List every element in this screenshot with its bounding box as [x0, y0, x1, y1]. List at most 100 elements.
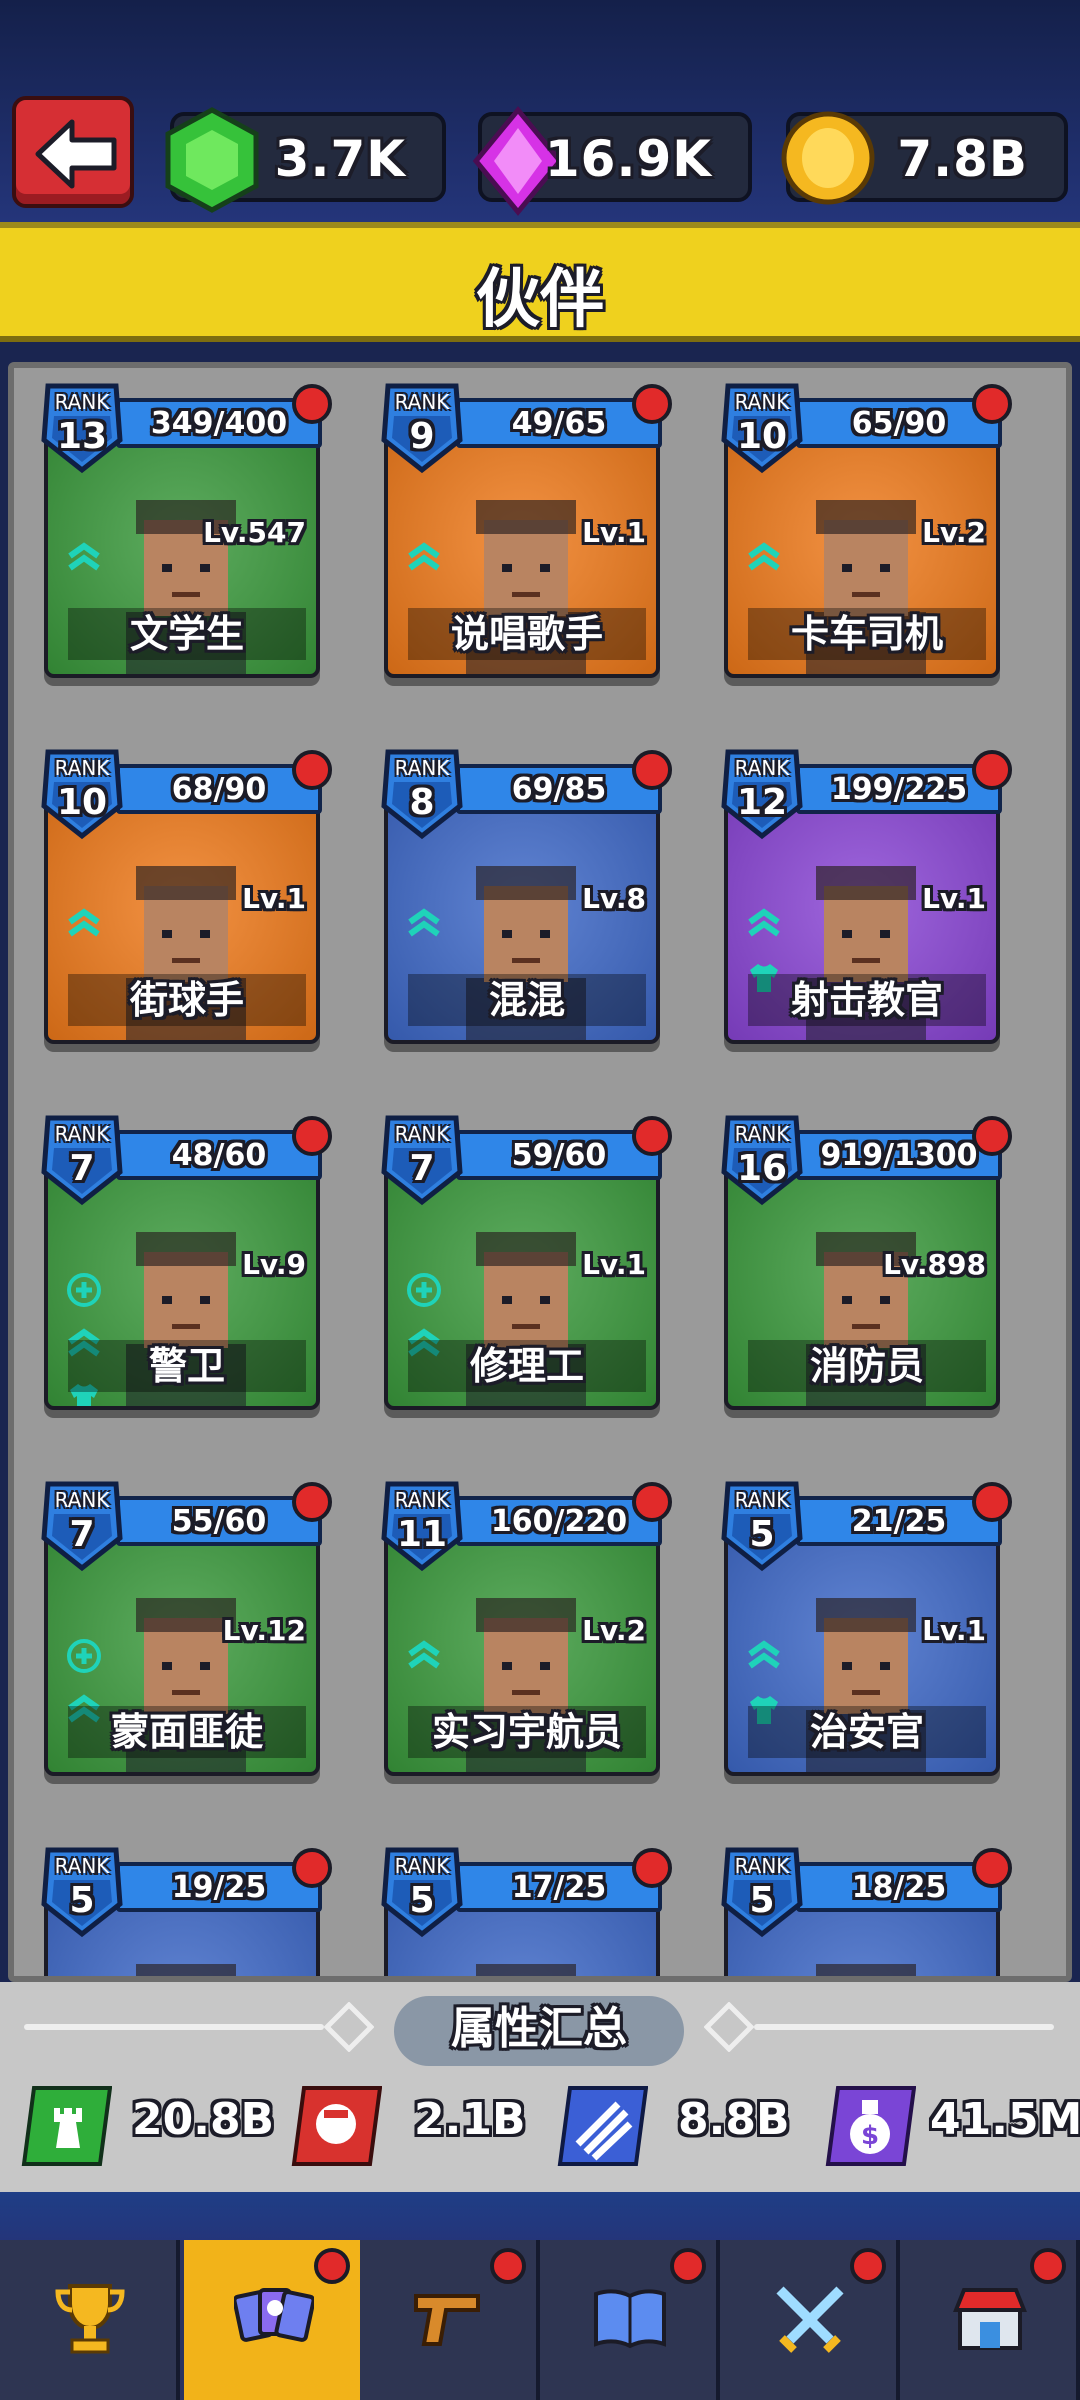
partner-card[interactable]: Lv.1 18/25 RANK 5 [716, 1840, 1012, 1976]
partner-level: Lv.12 [222, 1614, 306, 1647]
gold-coin-icon [781, 111, 875, 205]
shard-progress-text: 17/25 [511, 1870, 607, 1905]
stat-attack-value: 2.1B [414, 2094, 526, 2145]
notification-dot [632, 1848, 672, 1888]
nav-tab-shop[interactable] [900, 2240, 1080, 2400]
partner-name: 消防员 [748, 1340, 986, 1392]
green-gem-counter[interactable]: 3.7K [165, 107, 446, 213]
purple-diamond-counter[interactable]: 16.9K [472, 106, 752, 216]
notification-dot [850, 2248, 886, 2284]
partner-card[interactable]: Lv.898 消防员 919/1300 RANK 16 [716, 1108, 1012, 1418]
pistol-icon [414, 2294, 480, 2346]
rank-number: 16 [736, 1148, 788, 1189]
heal-plus-icon [66, 1638, 106, 1678]
partner-level: Lv.1 [922, 1614, 986, 1647]
nav-tab-partner-cards[interactable] [184, 2240, 364, 2400]
purple-diamond-value: 16.9K [544, 130, 712, 188]
rank-label: RANK [54, 1122, 110, 1146]
rank-number: 7 [69, 1514, 95, 1555]
rank-label: RANK [394, 1488, 450, 1512]
rank-label: RANK [54, 756, 110, 780]
notification-dot [632, 1482, 672, 1522]
rank-number: 5 [749, 1514, 775, 1555]
stat-income: $ 41.5M [824, 2084, 1080, 2168]
badge-column [66, 540, 106, 594]
nav-tab-trophy[interactable] [0, 2240, 180, 2400]
partner-cards-icon [234, 2288, 314, 2342]
upgrade-chevrons-icon [746, 906, 786, 946]
notification-dot [632, 750, 672, 790]
rank-number: 10 [56, 782, 108, 823]
partner-card[interactable]: Lv.9 警卫 48/60 RANK 7 [36, 1108, 332, 1418]
nav-tab-crossed-swords[interactable] [720, 2240, 900, 2400]
page-title: 伙伴 [476, 263, 604, 337]
partner-level: Lv.547 [203, 516, 306, 549]
partner-name: 街球手 [68, 974, 306, 1026]
shard-progress-text: 68/90 [171, 772, 267, 807]
auto-bullets-icon [557, 2086, 649, 2166]
heal-plus-icon [406, 1272, 446, 1312]
partner-card[interactable]: Lv.1 街球手 68/90 RANK 10 [36, 742, 332, 1052]
gold-coin-counter[interactable]: 7.8B [781, 111, 1068, 205]
partner-card[interactable]: Lv.8 混混 69/85 RANK 8 [376, 742, 672, 1052]
shard-progress-text: 21/25 [851, 1504, 947, 1539]
title-banner: 伙伴 [0, 222, 1080, 342]
rank-badge: RANK 10 [40, 748, 124, 840]
shop-icon [953, 2288, 1027, 2350]
partner-card[interactable]: Lv.1 17/25 RANK 5 [376, 1840, 672, 1976]
partner-card[interactable]: Lv.1 修理工 59/60 RANK 7 [376, 1108, 672, 1418]
top-bar: 3.7K 16.9K 7.8B [0, 0, 1080, 222]
rank-badge: RANK 11 [380, 1480, 464, 1572]
partner-card[interactable]: Lv.1 治安官 21/25 RANK 5 [716, 1474, 1012, 1784]
nav-tab-pistol[interactable] [360, 2240, 540, 2400]
rank-label: RANK [734, 1488, 790, 1512]
rank-number: 11 [396, 1514, 448, 1555]
shard-progress-text: 55/60 [171, 1504, 267, 1539]
shard-progress-text: 69/85 [511, 772, 607, 807]
partner-level: Lv.8 [582, 882, 646, 915]
partner-name: 卡车司机 [748, 608, 986, 660]
rank-label: RANK [54, 1488, 110, 1512]
nav-tab-book[interactable] [540, 2240, 720, 2400]
partner-level: Lv.1 [922, 882, 986, 915]
partner-card[interactable]: Lv.1 19/25 RANK 5 [36, 1840, 332, 1976]
back-button[interactable] [12, 96, 134, 208]
rank-badge: RANK 7 [40, 1114, 124, 1206]
partner-card[interactable]: Lv.2 实习宇航员 160/220 RANK 11 [376, 1474, 672, 1784]
divider-left [24, 2024, 324, 2030]
shard-progress-text: 160/220 [490, 1504, 628, 1539]
badge-column [66, 906, 106, 960]
partner-grid[interactable]: Lv.547 文学生 349/400 RANK 13 Lv.1 说唱歌手 49/… [8, 362, 1072, 1982]
rank-number: 10 [736, 416, 788, 457]
trophy-icon [55, 2284, 125, 2354]
rank-number: 7 [409, 1148, 435, 1189]
rank-label: RANK [394, 1122, 450, 1146]
partner-card[interactable]: Lv.2 卡车司机 65/90 RANK 10 [716, 376, 1012, 686]
divider-right [754, 2024, 1054, 2030]
notification-dot [314, 2248, 350, 2284]
rank-badge: RANK 5 [720, 1480, 804, 1572]
partner-card[interactable]: Lv.1 射击教官 199/225 RANK 12 [716, 742, 1012, 1052]
rank-badge: RANK 8 [380, 748, 464, 840]
upgrade-chevrons-icon [66, 906, 106, 946]
partner-level: Lv.1 [582, 516, 646, 549]
rank-label: RANK [734, 1854, 790, 1878]
attribute-summary: 属性汇总 20.8B 2.1B 8.8B $ 41.5M [0, 1982, 1080, 2192]
notification-dot [972, 1116, 1012, 1156]
upgrade-chevrons-icon [746, 1638, 786, 1678]
partner-card[interactable]: Lv.1 说唱歌手 49/65 RANK 9 [376, 376, 672, 686]
rank-label: RANK [394, 756, 450, 780]
upgrade-chevrons-icon [406, 540, 446, 580]
character-avatar-icon [816, 1964, 916, 1976]
partner-card[interactable]: Lv.547 文学生 349/400 RANK 13 [36, 376, 332, 686]
partner-card[interactable]: Lv.12 蒙面匪徒 55/60 RANK 7 [36, 1474, 332, 1784]
notification-dot [292, 1848, 332, 1888]
rank-badge: RANK 5 [40, 1846, 124, 1938]
rank-number: 13 [56, 416, 108, 457]
notification-dot [490, 2248, 526, 2284]
shard-progress-text: 49/65 [511, 406, 607, 441]
rank-badge: RANK 5 [720, 1846, 804, 1938]
badge-column [406, 1638, 446, 1692]
badge-column [406, 906, 446, 960]
partner-name: 蒙面匪徒 [68, 1706, 306, 1758]
